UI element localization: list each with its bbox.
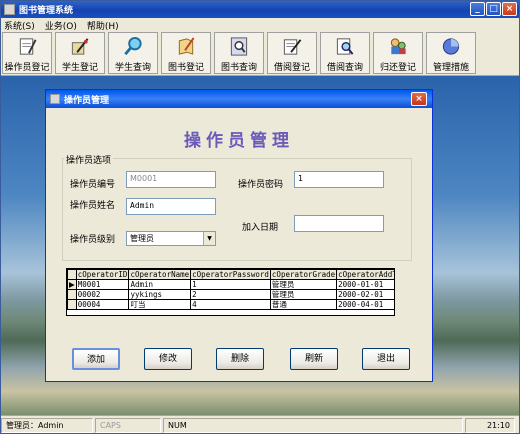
status-num: NUM [163, 417, 463, 433]
column-header[interactable]: cOperatorID [75, 269, 130, 280]
table-row[interactable]: 00004 叮当 4 普通 2000-04-01 [67, 299, 394, 310]
table-cell[interactable]: 2 [190, 289, 271, 300]
dialog-title-bar: 操作员管理 × [46, 90, 432, 108]
dialog-heading: 操作员管理 [184, 131, 294, 151]
table-cell[interactable]: 2000-02-01 [336, 289, 394, 300]
operator-password-label: 操作员密码 [238, 180, 284, 190]
minimize-button[interactable]: _ [470, 2, 485, 16]
operator-table: cOperatorID cOperatorName cOperatorPassw… [67, 269, 394, 310]
dialog-icon [50, 94, 60, 104]
dialog-title: 操作员管理 [64, 95, 110, 106]
table-row[interactable]: ▶ M0001 Admin 1 管理员 2000-01-01 [67, 279, 394, 290]
table-cell[interactable]: 叮当 [128, 299, 192, 310]
toolbar-management-button[interactable]: 管理措施 [426, 32, 476, 74]
column-header[interactable]: cOperatorPassword [190, 269, 271, 280]
column-header[interactable]: cOperatorName [128, 269, 192, 280]
book-search-icon [230, 37, 248, 56]
management-icon [442, 38, 460, 55]
menu-bar: 系统(S) 业务(O) 帮助(H) [1, 18, 519, 32]
status-caps: CAPS [95, 417, 161, 433]
toolbar-label: 操作员登记 [4, 63, 50, 73]
row-indicator-cell [67, 289, 77, 300]
toolbar-operator-register-button[interactable]: 操作员登记 [2, 32, 52, 74]
join-date-label: 加入日期 [242, 223, 279, 233]
table-cell[interactable]: 00004 [75, 299, 130, 310]
toolbar-borrow-register-button[interactable]: 借阅登记 [267, 32, 317, 74]
table-cell[interactable]: yykings [128, 289, 192, 300]
student-search-icon [124, 36, 142, 56]
operator-register-icon [19, 38, 37, 55]
join-date-input[interactable] [294, 215, 384, 232]
operator-grade-value: 管理员 [130, 234, 154, 243]
row-indicator-cell [67, 299, 77, 310]
menu-help[interactable]: 帮助(H) [87, 19, 119, 32]
operator-grade-select[interactable]: 管理员 ▼ [126, 231, 216, 246]
status-time: 21:10 [465, 417, 515, 433]
menu-business[interactable]: 业务(O) [45, 19, 77, 32]
operator-name-label: 操作员姓名 [70, 201, 116, 211]
toolbar-label: 学生查询 [114, 63, 151, 73]
edit-button[interactable]: 修改 [144, 348, 192, 370]
status-user: 管理员：Admin [1, 417, 93, 433]
toolbar-book-search-button[interactable]: 图书查询 [214, 32, 264, 74]
toolbar-label: 图书登记 [167, 63, 204, 73]
close-button[interactable]: × [502, 2, 517, 16]
table-header-row: cOperatorID cOperatorName cOperatorPassw… [67, 269, 394, 280]
chevron-down-icon[interactable]: ▼ [203, 232, 215, 245]
refresh-button[interactable]: 刷新 [290, 348, 338, 370]
menu-system[interactable]: 系统(S) [4, 19, 35, 32]
toolbar-book-register-button[interactable]: 图书登记 [161, 32, 211, 74]
table-cell[interactable]: 4 [190, 299, 271, 310]
toolbar-label: 归还登记 [379, 63, 416, 73]
group-label: 操作员选项 [64, 153, 114, 166]
table-cell[interactable]: Admin [128, 279, 192, 290]
header-indicator-cell [67, 269, 77, 280]
column-header[interactable]: cOperatorGrade [269, 269, 338, 280]
table-cell[interactable]: 管理员 [269, 289, 338, 300]
app-title-bar: 图书管理系统 _ □ × [1, 1, 519, 18]
delete-button[interactable]: 删除 [216, 348, 264, 370]
operator-grade-label: 操作员级别 [70, 235, 116, 245]
table-cell[interactable]: 2000-01-01 [336, 279, 394, 290]
student-register-icon [71, 38, 89, 55]
table-cell[interactable]: 管理员 [269, 279, 338, 290]
toolbar-return-register-button[interactable]: 归还登记 [373, 32, 423, 74]
toolbar-label: 管理措施 [432, 63, 469, 73]
column-header[interactable]: cOperatorAddTime [336, 269, 394, 280]
operator-password-input[interactable]: 1 [294, 171, 384, 188]
app-icon [4, 4, 15, 15]
table-cell[interactable]: 1 [190, 279, 271, 290]
operator-management-dialog: 操作员管理 × 操作员管理 操作员选项 操作员编号 M0001 操作员密码 1 … [45, 89, 433, 382]
table-cell[interactable]: 00002 [75, 289, 130, 300]
toolbar-student-register-button[interactable]: 学生登记 [55, 32, 105, 74]
app-window: 图书管理系统 _ □ × 系统(S) 业务(O) 帮助(H) 操作员登记 学生登… [0, 0, 520, 434]
toolbar: 操作员登记 学生登记 学生查询 图书登记 图书查询 借阅登记 借阅查询 归还登记… [1, 32, 519, 76]
status-bar: 管理员：Admin CAPS NUM 21:10 [1, 415, 519, 433]
borrow-register-icon [283, 39, 302, 55]
operator-id-input[interactable]: M0001 [126, 171, 216, 188]
operator-name-input[interactable]: Admin [126, 198, 216, 215]
operator-data-grid[interactable]: cOperatorID cOperatorName cOperatorPassw… [66, 268, 395, 316]
toolbar-student-search-button[interactable]: 学生查询 [108, 32, 158, 74]
book-register-icon [178, 37, 195, 55]
table-cell[interactable]: 2000-04-01 [336, 299, 394, 310]
toolbar-borrow-search-button[interactable]: 借阅查询 [320, 32, 370, 74]
toolbar-label: 借阅查询 [326, 63, 363, 73]
maximize-button[interactable]: □ [486, 2, 501, 16]
table-cell[interactable]: 普通 [269, 299, 338, 310]
toolbar-label: 借阅登记 [273, 63, 310, 73]
exit-button[interactable]: 退出 [362, 348, 410, 370]
current-row-marker: ▶ [67, 279, 77, 290]
app-title: 图书管理系统 [19, 6, 74, 16]
return-register-icon [390, 38, 406, 55]
toolbar-label: 图书查询 [220, 63, 257, 73]
borrow-search-icon [336, 38, 354, 55]
operator-id-label: 操作员编号 [70, 180, 116, 190]
dialog-close-button[interactable]: × [411, 92, 427, 106]
toolbar-label: 学生登记 [61, 63, 98, 73]
table-cell[interactable]: M0001 [75, 279, 130, 290]
add-button[interactable]: 添加 [72, 348, 120, 370]
table-row[interactable]: 00002 yykings 2 管理员 2000-02-01 [67, 289, 394, 300]
